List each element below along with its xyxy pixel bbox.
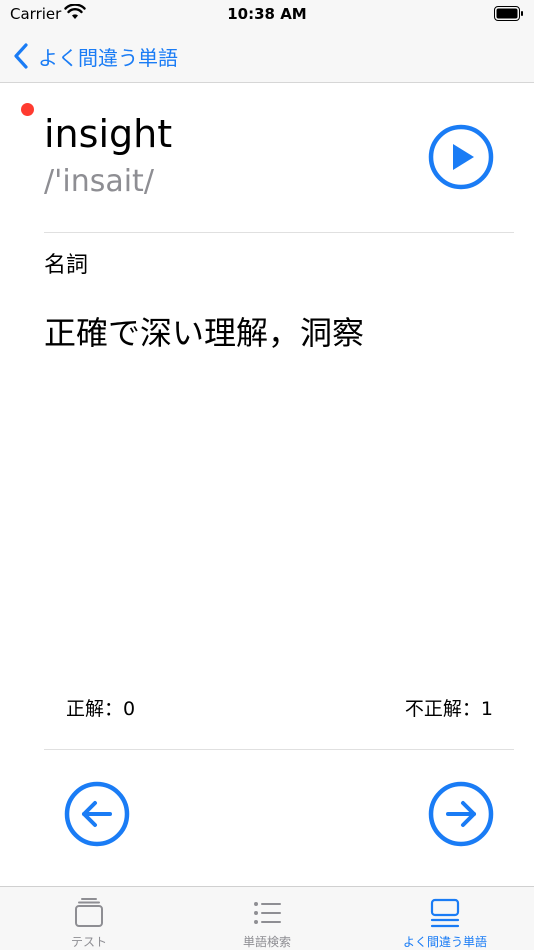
back-label: よく間違う単語 (38, 45, 178, 70)
tab-label: 単語検索 (242, 935, 291, 949)
tab-frequent-mistakes[interactable]: よく間違う単語 (356, 887, 534, 950)
arrow-right-icon (446, 801, 476, 827)
incorrect-value: 1 (480, 698, 493, 720)
tab-label: よく間違う単語 (402, 935, 487, 949)
status-time: 10:38 AM (227, 5, 307, 23)
word-title: insight (44, 112, 173, 156)
word-meaning: 正確で深い理解，洞察 (44, 314, 365, 352)
battery-icon (494, 6, 523, 21)
divider (44, 749, 514, 750)
status-bar: Carrier 10:38 AM (0, 0, 534, 30)
cards-icon (75, 898, 103, 927)
arrow-left-icon (82, 801, 112, 827)
part-of-speech: 名詞 (44, 253, 89, 278)
tab-word-search[interactable]: 単語検索 (178, 887, 356, 950)
mistakes-list-icon (430, 898, 460, 928)
phonetic-transcription: /'insait/ (44, 164, 154, 199)
incorrect-label: 不正解： (404, 698, 481, 720)
next-word-button[interactable] (428, 781, 494, 847)
tab-test[interactable]: テスト (0, 887, 178, 950)
tab-label: テスト (70, 935, 107, 949)
correct-value: 0 (123, 698, 136, 720)
play-icon (453, 144, 474, 170)
chevron-left-icon (14, 43, 28, 69)
previous-word-button[interactable] (64, 781, 130, 847)
play-audio-button[interactable] (428, 124, 494, 190)
correct-label: 正解： (66, 698, 124, 720)
mistake-indicator-dot (21, 103, 34, 116)
navigation-bar: よく間違う単語 (0, 30, 534, 83)
list-icon (254, 902, 281, 924)
tab-bar: テスト 単語検索 よく間違う単語 (0, 886, 534, 950)
back-button[interactable]: よく間違う単語 (12, 38, 178, 74)
correct-count: 正解：0 (66, 694, 135, 721)
incorrect-count: 不正解：1 (405, 694, 493, 721)
divider (44, 232, 514, 233)
